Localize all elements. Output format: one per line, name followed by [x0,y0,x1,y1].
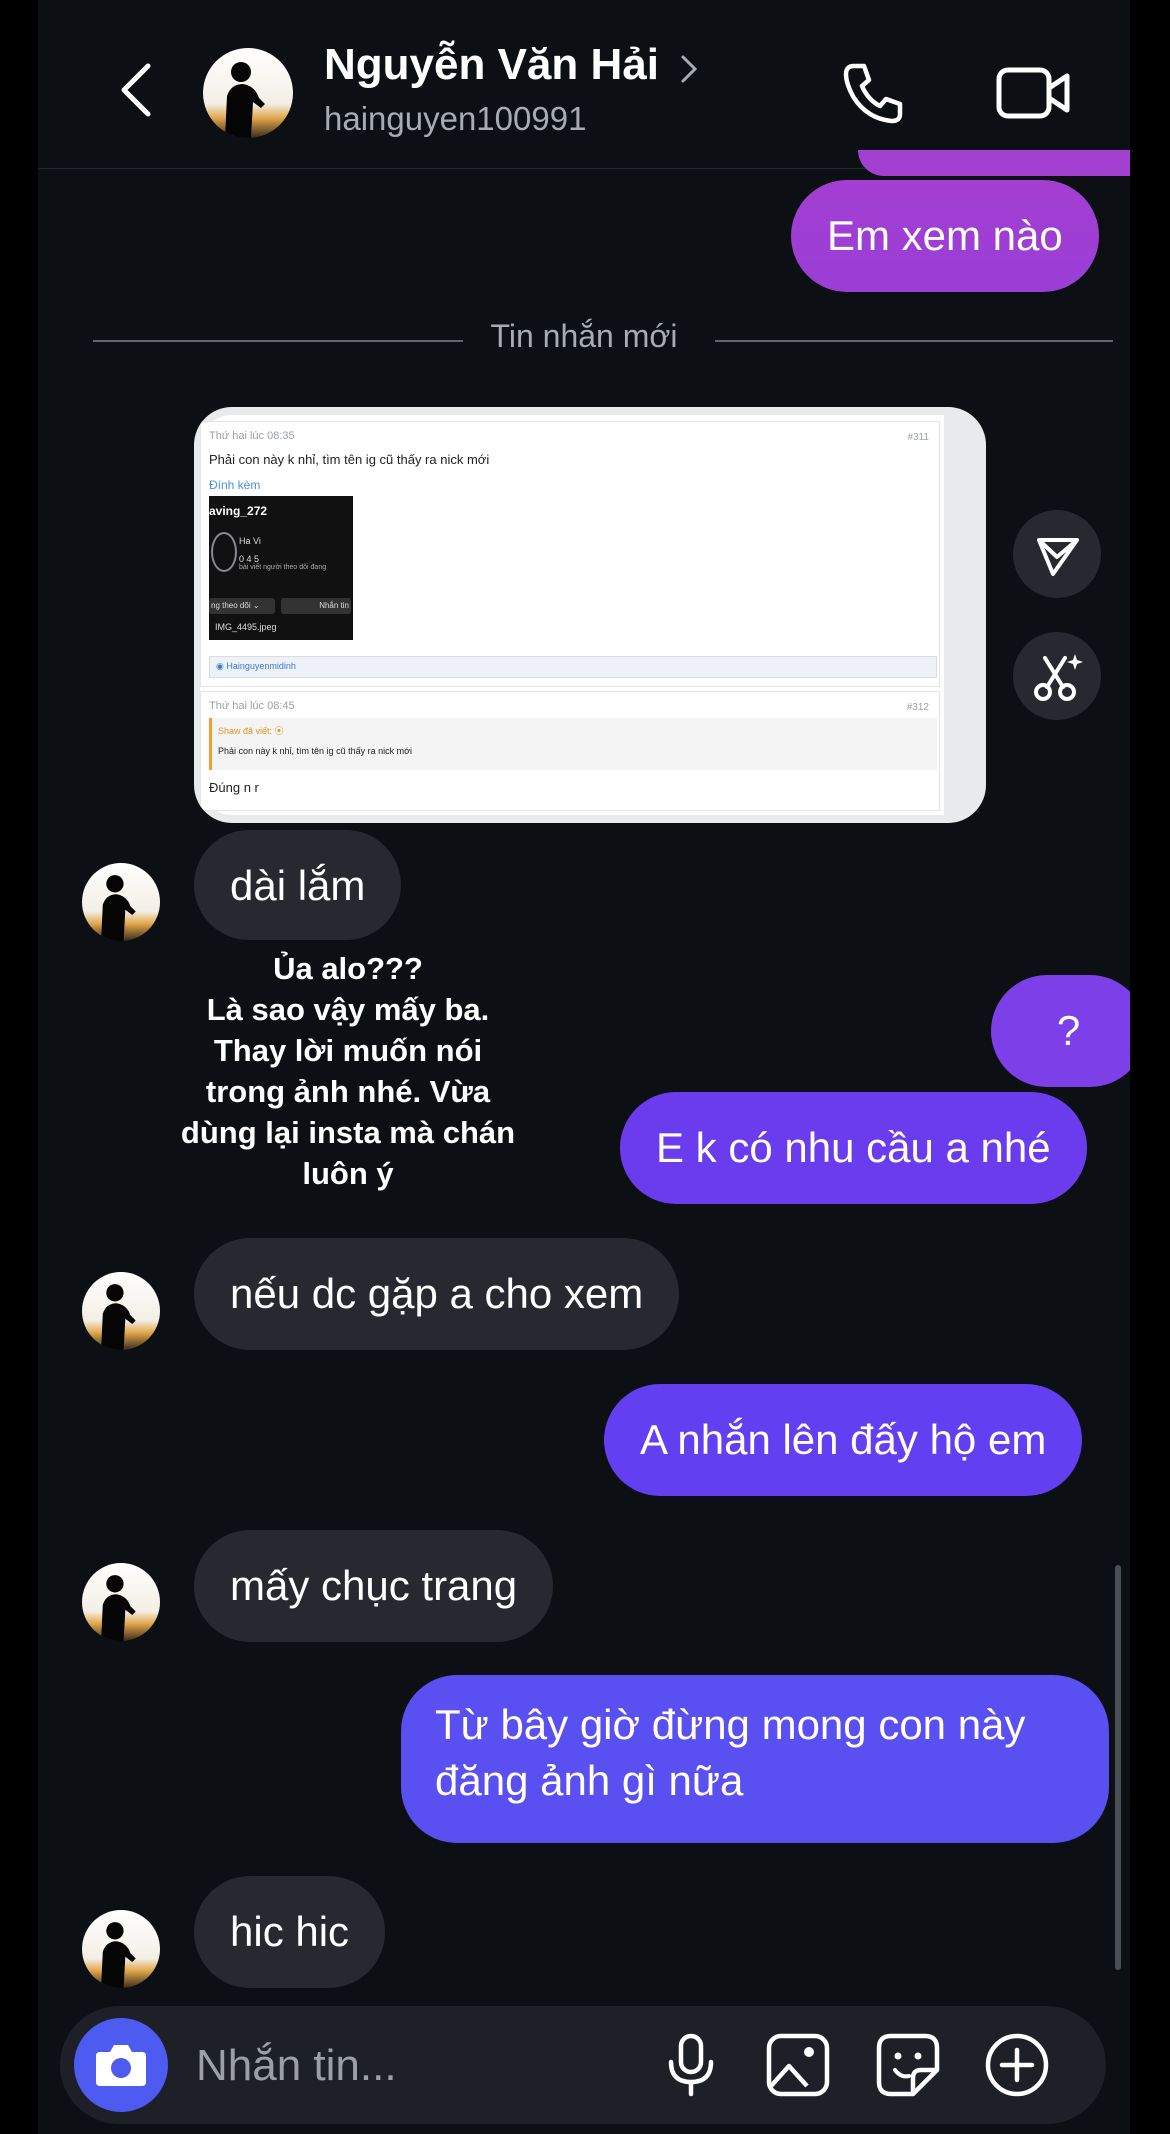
caption-line: Là sao vậy mấy ba. [206,992,490,1027]
plus-circle-icon[interactable] [982,2030,1052,2100]
attachment-label: Đính kèm [209,478,261,492]
chevron-right-icon[interactable] [678,52,700,86]
camera-icon [96,2045,146,2086]
post-text: Đúng n r [209,780,259,795]
video-camera-icon[interactable] [993,58,1073,128]
camera-button[interactable] [74,2018,168,2112]
avatar-silhouette-icon [203,48,293,138]
avatar-silhouette-icon [82,863,160,941]
post-time: Thứ hai lúc 08:35 [209,430,295,442]
back-icon[interactable] [108,60,168,120]
image-icon[interactable] [763,2030,833,2100]
quote-text: Phải con này k nhỉ, tìm tên ig cũ thấy r… [218,746,412,756]
contact-avatar-small[interactable] [82,1272,160,1350]
card-message-button: Nhắn tin [281,598,351,614]
contact-name[interactable]: Nguyễn Văn Hải [324,40,659,90]
forum-post-2: Thứ hai lúc 08:45 #312 Shaw đã viết: ⦿ P… [200,691,940,811]
message-bubble-outgoing[interactable]: Từ bây giờ đừng mong con này đăng ảnh gì… [401,1675,1109,1843]
post-id: #312 [906,702,929,713]
contact-avatar-small[interactable] [82,863,160,941]
message-input[interactable] [194,2038,658,2094]
card-username: aving_272 [209,504,268,518]
scissors-sparkle-icon [1034,654,1083,701]
post-id: #311 [907,432,929,443]
caption-line: luôn ý [302,1156,394,1191]
quote-box: Shaw đã viết: ⦿ Phải con này k nhỉ, tìm … [209,718,937,770]
message-bubble-outgoing[interactable]: A nhắn lên đấy hộ em [604,1384,1083,1496]
message-bubble-incoming[interactable]: dài lắm [194,830,402,940]
card-name: Ha Vi [239,536,261,546]
message-bubble-outgoing[interactable]: ? [991,975,1130,1087]
card-avatar [211,532,237,572]
paper-plane-icon [1037,538,1079,576]
message-bubble-incoming[interactable]: nếu dc gặp a cho xem [194,1238,680,1350]
card-filename: IMG_4495.jpeg [215,622,277,632]
credit-name: Hainguyenmidinh [226,661,296,671]
scrollbar[interactable] [1115,1565,1121,1970]
card-stats: 0 4 5 [239,554,260,564]
card-stats-labels: bài viết người theo dõi đang [239,564,327,571]
phone-icon[interactable] [838,58,908,128]
contact-avatar-small[interactable] [82,1563,160,1641]
new-messages-label: Tin nhắn mới [462,318,706,354]
forum-post-1: Thứ hai lúc 08:35 #311 Phải con này k nh… [200,421,940,687]
contact-avatar[interactable] [203,48,293,138]
caption-line: Thay lời muốn nói [213,1033,483,1068]
message-bubble-outgoing[interactable]: E k có nhu cầu a nhé [620,1092,1087,1204]
screenshot-content: Thứ hai lúc 08:35 #311 Phải con này k nh… [200,415,944,815]
microphone-icon[interactable] [656,2030,726,2100]
shared-screenshot-image[interactable]: Thứ hai lúc 08:35 #311 Phải con này k nh… [194,407,986,823]
caption-line: trong ảnh nhé. Vừa [205,1074,491,1109]
message-bubble-outgoing[interactable]: Em xem nào [791,180,1099,292]
avatar-silhouette-icon [82,1563,160,1641]
previous-message-fragment [858,150,1130,176]
contact-username[interactable]: hainguyen100991 [324,100,586,138]
sticker-icon[interactable] [873,2030,943,2100]
share-button[interactable] [1013,510,1101,598]
avatar-silhouette-icon [82,1272,160,1350]
card-follow-button: ng theo dõi ⌄ [209,598,275,614]
post-text: Phải con này k nhỉ, tìm tên ig cũ thấy r… [209,452,490,467]
caption-line: Ủa alo??? [273,951,423,986]
message-bubble-incoming[interactable]: hic hic [194,1876,386,1988]
credit-bar: ◉ Hainguyenmidinh [209,656,937,678]
message-bubble-incoming[interactable]: mấy chục trang [194,1530,554,1642]
post-time: Thứ hai lúc 08:45 [209,700,295,712]
new-messages-separator: Tin nhắn mới [38,318,1130,355]
instagram-profile-card: aving_272 Ha Vi 0 4 5 bài viết người the… [209,496,353,640]
ai-edit-button[interactable] [1013,632,1101,720]
contact-avatar-small[interactable] [82,1910,160,1988]
caption-line: dùng lại insta mà chán [180,1115,516,1150]
chat-screen: Nguyễn Văn Hải hainguyen100991 Em xem nà… [38,0,1130,2134]
quote-author: Shaw đã viết: ⦿ [218,726,284,736]
avatar-silhouette-icon [82,1910,160,1988]
overlay-caption: Ủa alo??? Là sao vậy mấy ba. Thay lời mu… [148,948,548,1194]
